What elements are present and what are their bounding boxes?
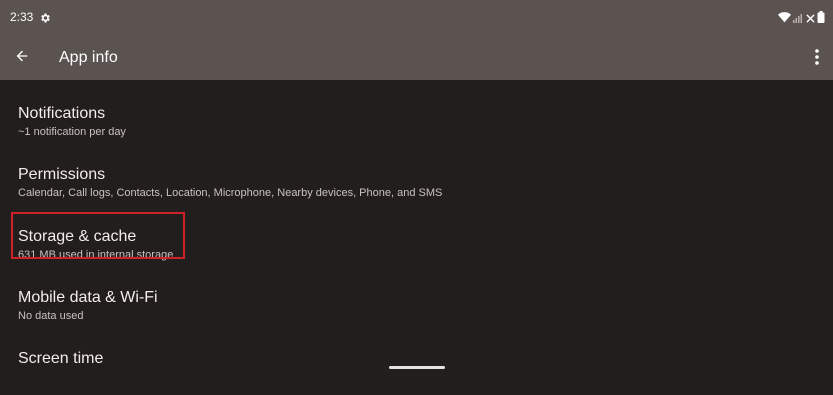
signal-icon [793,10,804,28]
gesture-nav-handle[interactable] [389,366,445,369]
item-subtitle: Calendar, Call logs, Contacts, Location,… [18,187,443,199]
back-arrow-icon[interactable] [10,44,34,68]
item-title: Mobile data & Wi-Fi [18,289,158,306]
battery-icon [817,10,825,28]
item-title: Screen time [18,350,104,367]
list-item-mobile-data-wifi[interactable]: Mobile data & Wi-Fi No data used [0,274,833,334]
page-title: App info [59,49,118,66]
status-bar: 2:33 [0,0,833,34]
list-item-screen-time[interactable]: Screen time [0,335,833,395]
gear-icon [39,11,51,23]
list-item-permissions[interactable]: Permissions Calendar, Call logs, Contact… [0,151,833,211]
highlight-box [11,212,185,259]
item-subtitle: ~1 notification per day [18,126,126,138]
no-signal-x-icon [806,10,815,28]
status-time: 2:33 [10,10,34,24]
item-title: Notifications [18,105,106,122]
item-title: Permissions [18,166,106,183]
wifi-icon [778,10,791,28]
item-subtitle: No data used [18,310,84,322]
status-icons [778,10,825,28]
list-item-notifications[interactable]: Notifications ~1 notification per day [0,90,833,150]
app-bar: App info [0,34,833,80]
more-vert-icon[interactable] [809,45,825,69]
